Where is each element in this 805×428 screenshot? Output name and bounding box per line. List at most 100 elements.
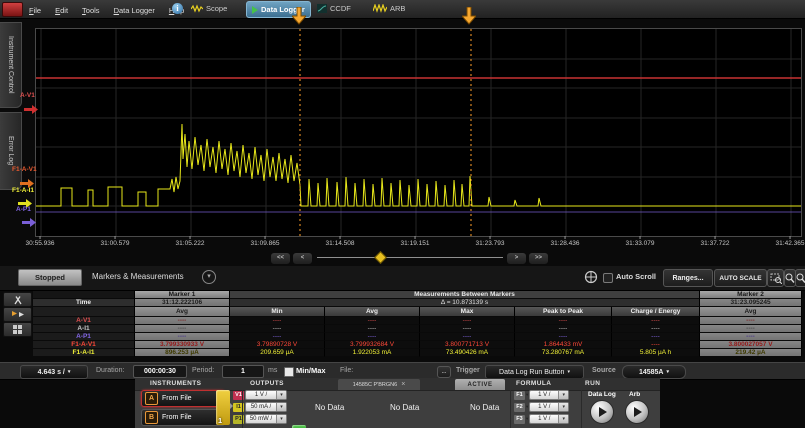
f2-badge: F2 bbox=[514, 403, 525, 412]
close-icon[interactable]: × bbox=[401, 381, 405, 388]
scroll-first-button[interactable]: << bbox=[270, 252, 291, 265]
chevron-down-icon: ▾ bbox=[526, 392, 528, 398]
scroll-next-button[interactable]: > bbox=[506, 252, 527, 265]
app-logo bbox=[2, 2, 23, 17]
tab-scope[interactable]: Scope bbox=[186, 1, 232, 16]
marker1-flag[interactable] bbox=[292, 7, 306, 25]
formula-header: FORMULA bbox=[516, 378, 551, 390]
chevron-down-icon: ▾ bbox=[558, 415, 568, 423]
markers-button[interactable] bbox=[3, 307, 32, 322]
scroll-last-button[interactable]: >> bbox=[528, 252, 549, 265]
auto-scale-button[interactable]: AUTO SCALE bbox=[714, 269, 767, 287]
row-name: A-I1 bbox=[33, 325, 135, 333]
chevron-down-icon: ▾ bbox=[526, 404, 528, 410]
table-row: A-V1 ---- ---- ---- ---- ---- ---- ---- bbox=[33, 317, 802, 325]
chevron-down-icon: ▾ bbox=[276, 403, 286, 411]
trace-label-a-p1: A-P1 bbox=[16, 206, 31, 213]
tab-ccdf[interactable]: CCDF bbox=[312, 1, 356, 16]
play-icon bbox=[599, 407, 607, 417]
instrument-a-button[interactable]: A From File bbox=[141, 390, 225, 407]
zoom-out-icon bbox=[796, 273, 805, 284]
table-row: A-I1 ---- ---- ---- ---- ---- ---- ---- bbox=[33, 325, 802, 333]
menu-file[interactable]: File bbox=[22, 2, 48, 20]
sidebar-tab-instrument-control[interactable]: Instrument Control bbox=[0, 22, 22, 108]
i1-range-dropdown[interactable]: 50 mA /▾ bbox=[245, 402, 287, 412]
instrument-tab[interactable]: 14585C P'BRGN6 × bbox=[338, 379, 420, 390]
grid-view-button[interactable] bbox=[3, 322, 32, 337]
scroll-handle[interactable] bbox=[374, 251, 387, 264]
waveform-plot[interactable] bbox=[35, 28, 802, 237]
col-header-ptp: Peak to Peak bbox=[515, 307, 612, 317]
menu-tools[interactable]: Tools bbox=[75, 2, 107, 20]
chevron-down-icon: ▾ bbox=[68, 369, 71, 375]
marker2-flag[interactable] bbox=[462, 7, 476, 25]
auto-scroll-checkbox[interactable] bbox=[603, 273, 613, 283]
menu-edit[interactable]: Edit bbox=[48, 2, 75, 20]
source-dropdown[interactable]: 14585A▾ bbox=[622, 365, 686, 379]
trigger-dropdown[interactable]: Data Log Run Button▾ bbox=[485, 365, 584, 379]
zoom-out-button[interactable] bbox=[795, 269, 805, 287]
channel1-bar[interactable]: 1 bbox=[216, 390, 230, 425]
x-tick-label: 31:05.222 bbox=[176, 240, 205, 247]
duration-value[interactable]: 000:00:30 bbox=[133, 365, 187, 378]
cell-min: ---- bbox=[230, 325, 325, 333]
cell-avg: ---- bbox=[325, 317, 420, 325]
instrument-b-badge: B bbox=[145, 411, 158, 424]
trigger-label: Trigger bbox=[456, 363, 480, 379]
f3-range-dropdown[interactable]: 1 V /▾ bbox=[529, 414, 569, 424]
tab-arb[interactable]: ARB bbox=[368, 1, 410, 16]
panel-divider bbox=[581, 390, 582, 428]
crosshair-icon[interactable] bbox=[584, 270, 598, 289]
tools-button[interactable] bbox=[3, 292, 32, 307]
stopped-button[interactable]: Stopped bbox=[18, 269, 82, 286]
formula-f1-row: F1 ▾ 1 V /▾ bbox=[514, 390, 569, 400]
arb-run-label: Arb bbox=[629, 391, 640, 398]
cell-max: ---- bbox=[420, 325, 515, 333]
menu-data-logger[interactable]: Data Logger bbox=[107, 2, 162, 20]
zoom-region-button[interactable] bbox=[767, 269, 784, 287]
trace-arrow-a-v1-icon[interactable] bbox=[24, 101, 39, 119]
scroll-track[interactable] bbox=[317, 257, 503, 258]
period-label: Period: bbox=[192, 363, 214, 379]
scroll-prev-button[interactable]: < bbox=[292, 252, 313, 265]
cell-m1: ---- bbox=[135, 333, 230, 341]
info-icon[interactable]: i bbox=[172, 3, 183, 14]
sidebar-tab-error-log[interactable]: Error Log bbox=[0, 112, 22, 190]
arb-wave-icon bbox=[373, 4, 387, 13]
chevron-down-icon: ▾ bbox=[667, 369, 670, 375]
trace-arrow-a-p1-icon[interactable] bbox=[22, 214, 37, 232]
time-label: Time bbox=[33, 299, 135, 307]
cell-ptp: ---- bbox=[515, 317, 612, 325]
interval-dropdown[interactable]: 4.643 s /▾ bbox=[20, 365, 88, 379]
cell-m1: 3.799330933 V bbox=[135, 341, 230, 349]
between-markers-header: Measurements Between Markers bbox=[230, 291, 700, 299]
browse-button[interactable]: ... bbox=[437, 366, 451, 378]
panel-collapse-icon[interactable]: ▾ bbox=[202, 270, 216, 284]
cell-ce: ---- bbox=[612, 341, 700, 349]
minmax-checkbox[interactable] bbox=[284, 367, 294, 377]
run-header: RUN bbox=[585, 378, 600, 390]
instrument-b-button[interactable]: B From File bbox=[141, 409, 225, 426]
period-input[interactable]: 1 bbox=[222, 365, 264, 378]
row-name: A-V1 bbox=[33, 317, 135, 325]
active-tab[interactable]: ACTIVE bbox=[455, 379, 505, 390]
x-tick-label: 30:55.936 bbox=[26, 240, 55, 247]
p1-range-dropdown[interactable]: 50 mW /▾ bbox=[245, 414, 287, 424]
arb-run-button[interactable] bbox=[625, 400, 649, 424]
instrument-a-badge: A bbox=[145, 392, 158, 405]
grid-icon bbox=[12, 324, 23, 335]
row-name: F1-A-I1 bbox=[33, 349, 135, 357]
chevron-down-icon: ▾ bbox=[567, 369, 570, 375]
datalog-run-button[interactable] bbox=[590, 400, 614, 424]
cell-max: ---- bbox=[420, 317, 515, 325]
marker-flags-icon bbox=[11, 310, 25, 319]
f2-range-dropdown[interactable]: 1 V /▾ bbox=[529, 402, 569, 412]
x-tick-label: 31:42.365 bbox=[776, 240, 805, 247]
ccdf-icon bbox=[317, 4, 327, 13]
marker2-time: 31:23.095245 bbox=[700, 299, 802, 307]
v1-range-dropdown[interactable]: 1 V /▾ bbox=[245, 390, 287, 400]
channel4-no-data: No Data bbox=[470, 403, 499, 412]
ranges-button[interactable]: Ranges... bbox=[663, 269, 713, 287]
f1-range-dropdown[interactable]: 1 V /▾ bbox=[529, 390, 569, 400]
menu-bar: FileEditToolsData LoggerHelp i Scope Dat… bbox=[0, 0, 805, 19]
